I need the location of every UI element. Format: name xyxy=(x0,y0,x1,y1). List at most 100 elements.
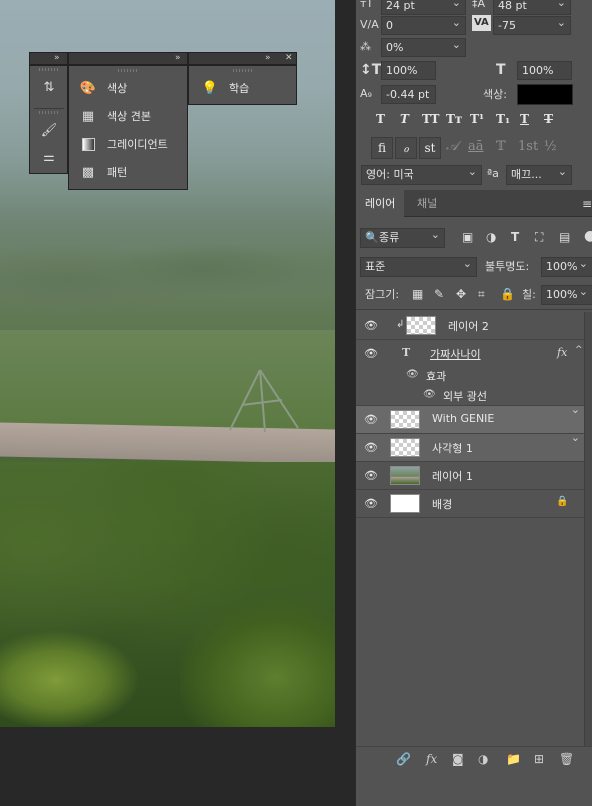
visibility-eye-icon[interactable]: 👁 xyxy=(364,497,378,510)
strikethrough-button[interactable]: T xyxy=(544,112,553,126)
layer-row[interactable]: 👁 With GENIE xyxy=(356,403,584,434)
filter-adjustment-icon[interactable]: ◑ xyxy=(486,230,496,244)
blend-mode-select[interactable]: 표준 xyxy=(360,257,477,277)
antialias-icon: ªa xyxy=(487,167,499,180)
visibility-eye-icon[interactable]: 👁 xyxy=(423,389,436,400)
lock-all-icon[interactable]: 🔒 xyxy=(500,287,515,301)
visibility-eye-icon[interactable]: 👁 xyxy=(364,413,378,426)
fx-icon[interactable]: fx xyxy=(557,346,567,359)
panel-column-header[interactable]: » xyxy=(29,52,68,65)
layer-name: 레이어 1 xyxy=(432,470,473,483)
layer-name: 사각형 1 xyxy=(432,442,473,455)
old-style-button[interactable]: ℴ xyxy=(395,137,417,159)
layers-tabbar: 레이어 채널 ≡ xyxy=(356,190,592,217)
swash-button[interactable]: 𝒜 xyxy=(446,139,458,154)
titling-alternates-button[interactable]: 𝕋 xyxy=(496,139,506,154)
panel-item-swatches[interactable]: ▦ 색상 견본 xyxy=(79,104,151,128)
panel-item-gradient[interactable]: 그레이디언트 xyxy=(79,132,168,156)
panel-item-color[interactable]: 🎨 색상 xyxy=(79,76,127,100)
visibility-eye-icon[interactable]: 👁 xyxy=(364,469,378,482)
opacity-field[interactable]: 100% xyxy=(541,257,592,277)
superscript-button[interactable]: T¹ xyxy=(470,112,484,126)
kerning-field[interactable]: 0 xyxy=(381,16,466,35)
tab-layers[interactable]: 레이어 xyxy=(356,190,405,217)
visibility-eye-icon[interactable]: 👁 xyxy=(406,369,419,380)
effect-name: 외부 광선 xyxy=(443,390,487,403)
layer-row[interactable]: 👁 사각형 1 xyxy=(356,431,584,462)
discretionary-ligature-button[interactable]: st xyxy=(419,137,441,159)
lock-artboard-icon[interactable]: ⌗ xyxy=(478,287,485,302)
panel-item-learn[interactable]: 💡 학습 xyxy=(201,76,249,100)
panel-menu-icon[interactable]: ≡ xyxy=(582,197,592,211)
effects-label: 효과 xyxy=(426,370,447,383)
layer-row[interactable]: 👁 ↲ 레이어 2 xyxy=(356,312,584,340)
text-color-swatch[interactable] xyxy=(517,84,573,105)
panel-group-header-2[interactable]: » ✕ xyxy=(188,52,297,65)
layer-thumbnail xyxy=(390,494,420,513)
layer-filter-select[interactable]: 🔍 종류 xyxy=(360,228,445,248)
layer-row[interactable]: 👁 레이어 1 xyxy=(356,462,584,490)
layer-thumbnail xyxy=(406,316,436,335)
adjustment-layer-icon[interactable]: ◑ xyxy=(478,752,488,766)
horizontal-scale-field[interactable]: 100% xyxy=(517,61,572,80)
ordinals-button[interactable]: 1st xyxy=(518,139,538,154)
layer-row[interactable]: 👁 배경 🔒 xyxy=(356,490,584,518)
leading-field[interactable]: 48 pt xyxy=(493,0,571,15)
underline-button[interactable]: T xyxy=(520,112,529,126)
visibility-eye-icon[interactable]: 👁 xyxy=(364,347,378,360)
visibility-eye-icon[interactable]: 👁 xyxy=(364,441,378,454)
search-icon: 🔍 xyxy=(365,231,379,244)
effect-row-outer-glow[interactable]: 👁 외부 광선 xyxy=(356,386,584,406)
mask-icon[interactable]: ◙ xyxy=(452,752,464,766)
faux-bold-button[interactable]: T xyxy=(376,112,385,126)
filter-smartobject-icon[interactable]: ▤ xyxy=(559,230,570,244)
tsume-field[interactable]: 0% xyxy=(381,38,466,57)
lock-image-icon[interactable]: ✎ xyxy=(434,287,444,301)
trash-icon[interactable]: 🗑 xyxy=(559,752,574,766)
folder-icon[interactable]: 📁 xyxy=(506,752,521,766)
layer-thumbnail xyxy=(390,410,420,429)
lightbulb-icon: 💡 xyxy=(201,80,219,96)
font-size-field[interactable]: 24 pt xyxy=(381,0,466,15)
antialias-select[interactable]: 매끄... xyxy=(506,165,572,185)
stylistic-alternates-button[interactable]: aā xyxy=(468,139,484,154)
filter-pixel-icon[interactable]: ▣ xyxy=(462,230,473,244)
tracking-field[interactable]: -75 xyxy=(493,16,571,35)
filter-toggle-icon[interactable]: ● xyxy=(584,228,592,244)
panel-item-pattern[interactable]: ▩ 패턴 xyxy=(79,160,127,184)
visibility-eye-icon[interactable]: 👁 xyxy=(364,319,378,332)
small-caps-button[interactable]: Tт xyxy=(446,112,462,126)
collapse-effects-icon[interactable]: ^ xyxy=(575,345,583,355)
layer-thumbnail xyxy=(390,466,420,485)
lock-transparency-icon[interactable]: ▦ xyxy=(412,287,423,301)
right-panel: ᴛT 24 pt ‡A 48 pt V/A 0 VA -75 ⁂ 0% ↕T 1… xyxy=(355,0,592,806)
clipping-arrow-icon: ↲ xyxy=(396,319,405,330)
adjustments-icon[interactable]: ⚌ xyxy=(40,148,58,166)
subscript-button[interactable]: T₁ xyxy=(496,112,510,126)
fill-field[interactable]: 100% xyxy=(541,285,592,305)
effects-row[interactable]: 👁 효과 xyxy=(356,366,584,386)
filter-shape-icon[interactable]: ⛶ xyxy=(535,230,543,245)
tab-channels[interactable]: 채널 xyxy=(408,190,446,217)
fx-icon[interactable]: fx xyxy=(426,752,437,766)
new-layer-icon[interactable]: ⊞ xyxy=(534,752,544,766)
baseline-shift-field[interactable]: -0.44 pt xyxy=(381,85,436,104)
faux-italic-button[interactable]: T xyxy=(400,112,409,126)
vertical-scale-field[interactable]: 100% xyxy=(381,61,436,80)
lock-label: 잠그기: xyxy=(365,288,400,301)
layer-row[interactable]: 👁 T 가짜사나이 fx ^ xyxy=(356,340,584,366)
ligature-button[interactable]: fi xyxy=(371,137,393,159)
layers-scrollbar[interactable] xyxy=(584,312,592,746)
link-icon[interactable]: 🔗 xyxy=(396,752,411,766)
all-caps-button[interactable]: TT xyxy=(422,112,439,126)
panel-group-header[interactable]: » xyxy=(68,52,188,65)
lock-position-icon[interactable]: ✥ xyxy=(456,287,466,301)
learn-panel-group: 💡 학습 xyxy=(188,65,297,105)
brush-settings-icon[interactable]: 🖌 xyxy=(40,121,58,139)
history-icon[interactable]: ⇅ xyxy=(40,78,58,96)
fractions-button[interactable]: ½ xyxy=(544,139,557,154)
filter-type-icon[interactable]: T xyxy=(511,230,519,244)
baseline-shift-icon: A₉ xyxy=(360,87,372,100)
lock-icon: 🔒 xyxy=(556,496,569,507)
language-select[interactable]: 영어: 미국 xyxy=(361,165,482,185)
